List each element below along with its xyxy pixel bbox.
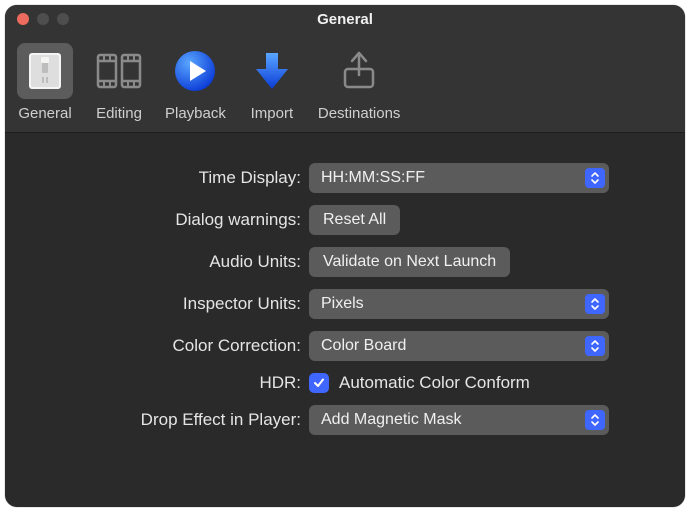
tab-playback[interactable]: Playback — [165, 43, 226, 122]
tab-import[interactable]: Import — [244, 43, 300, 122]
general-icon — [17, 43, 73, 99]
hdr-checkbox[interactable] — [309, 373, 329, 393]
inspector-units-popup[interactable]: Pixels — [309, 289, 609, 319]
hdr-label: HDR: — [29, 373, 309, 393]
chevron-updown-icon — [585, 168, 605, 188]
preferences-window: General General — [5, 5, 685, 507]
reset-all-button-label: Reset All — [323, 211, 386, 229]
color-correction-popup[interactable]: Color Board — [309, 331, 609, 361]
titlebar: General — [5, 5, 685, 33]
validate-audio-units-button-label: Validate on Next Launch — [323, 253, 496, 271]
editing-icon — [91, 43, 147, 99]
window-title: General — [317, 11, 373, 28]
chevron-updown-icon — [585, 336, 605, 356]
time-display-popup[interactable]: HH:MM:SS:FF — [309, 163, 609, 193]
color-correction-label: Color Correction: — [29, 336, 309, 356]
color-correction-value: Color Board — [321, 337, 406, 355]
tab-playback-label: Playback — [165, 105, 226, 122]
chevron-updown-icon — [585, 294, 605, 314]
general-settings-form: Time Display: HH:MM:SS:FF Dialog warning… — [5, 133, 685, 435]
tab-general-label: General — [18, 105, 71, 122]
hdr-checkbox-label: Automatic Color Conform — [339, 373, 530, 393]
tab-import-label: Import — [251, 105, 294, 122]
tab-editing-label: Editing — [96, 105, 142, 122]
time-display-label: Time Display: — [29, 168, 309, 188]
validate-audio-units-button[interactable]: Validate on Next Launch — [309, 247, 510, 277]
drop-effect-value: Add Magnetic Mask — [321, 411, 462, 429]
playback-icon — [167, 43, 223, 99]
chevron-updown-icon — [585, 410, 605, 430]
tab-destinations[interactable]: Destinations — [318, 43, 401, 122]
minimize-window-button[interactable] — [37, 13, 49, 25]
reset-all-button[interactable]: Reset All — [309, 205, 400, 235]
dialog-warnings-label: Dialog warnings: — [29, 210, 309, 230]
drop-effect-popup[interactable]: Add Magnetic Mask — [309, 405, 609, 435]
inspector-units-value: Pixels — [321, 295, 364, 313]
tab-general[interactable]: General — [17, 43, 73, 122]
toolbar: General — [5, 33, 685, 133]
audio-units-label: Audio Units: — [29, 252, 309, 272]
import-icon — [244, 43, 300, 99]
destinations-icon — [331, 43, 387, 99]
close-window-button[interactable] — [17, 13, 29, 25]
tab-destinations-label: Destinations — [318, 105, 401, 122]
tab-editing[interactable]: Editing — [91, 43, 147, 122]
time-display-value: HH:MM:SS:FF — [321, 169, 425, 187]
inspector-units-label: Inspector Units: — [29, 294, 309, 314]
zoom-window-button[interactable] — [57, 13, 69, 25]
window-controls — [5, 13, 69, 25]
drop-effect-label: Drop Effect in Player: — [29, 410, 309, 430]
